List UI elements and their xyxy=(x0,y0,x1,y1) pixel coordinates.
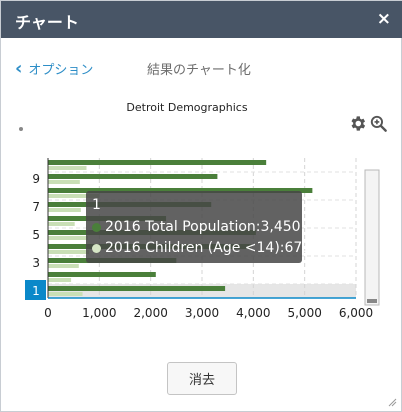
page-title: 結果のチャート化 xyxy=(147,63,251,78)
resize-grip-icon[interactable] xyxy=(387,397,397,407)
x-tick-label: 0 xyxy=(44,306,52,320)
x-tick-label: 2,000 xyxy=(133,306,167,320)
bar-total-population-10 xyxy=(48,160,267,165)
title-bar: チャート × xyxy=(1,1,402,38)
bar-children-3 xyxy=(48,264,79,268)
tooltip-row-children: 2016 Children (Age <14):673 xyxy=(92,240,311,256)
tooltip-row-total-population: 2016 Total Population:3,450 xyxy=(92,219,301,235)
chart-tooltip: 1 2016 Total Population:3,450 2016 Child… xyxy=(86,191,311,263)
tooltip-label: 2016 Total Population:3,450 xyxy=(105,219,301,235)
bar-children-7 xyxy=(48,208,81,212)
chart-scrollbar xyxy=(364,169,380,306)
bar-children-4 xyxy=(48,250,90,254)
sub-navigation: ‹ オプション 結果のチャート化 xyxy=(1,53,402,81)
scrollbar-handle xyxy=(367,299,377,303)
close-button[interactable]: × xyxy=(377,9,391,29)
bar-children-9 xyxy=(48,180,80,184)
bar-children-2 xyxy=(48,278,72,282)
bar-children-1 xyxy=(48,292,83,296)
bar-total-population-1 xyxy=(48,286,226,291)
clear-button[interactable]: 消去 xyxy=(167,362,237,395)
gear-icon[interactable] xyxy=(348,114,367,133)
y-tick-label: 9 xyxy=(32,172,40,186)
tooltip-title: 1 xyxy=(92,197,101,213)
y-tick-label: 1 xyxy=(32,284,40,298)
bar-total-population-9 xyxy=(48,174,218,179)
y-tick-label: 3 xyxy=(32,256,40,270)
tooltip-label: 2016 Children (Age <14):673 xyxy=(105,240,312,256)
back-to-options-link[interactable]: ‹ オプション xyxy=(15,59,93,78)
bar-total-population-2 xyxy=(48,272,156,277)
chart-panel: チャート × ‹ オプション 結果のチャート化 Detroit Demograp… xyxy=(0,0,402,412)
swatch-icon xyxy=(92,222,101,232)
chevron-left-icon: ‹ xyxy=(15,57,23,79)
x-tick-label: 1,000 xyxy=(82,306,116,320)
back-label: オプション xyxy=(28,63,94,78)
bar-children-5 xyxy=(48,236,89,240)
bar-children-6 xyxy=(48,222,75,226)
x-tick-label: 3,000 xyxy=(185,306,219,320)
swatch-icon xyxy=(92,243,101,253)
legend-dot-icon xyxy=(19,127,23,131)
x-tick-label: 5,000 xyxy=(287,306,321,320)
zoom-in-icon[interactable] xyxy=(369,114,388,133)
y-tick-label: 7 xyxy=(32,200,40,214)
x-tick-label: 4,000 xyxy=(236,306,270,320)
chart-title: Detroit Demographics xyxy=(126,101,248,114)
x-tick-label: 6,000 xyxy=(339,306,373,320)
panel-title: チャート xyxy=(15,13,79,32)
y-tick-label: 5 xyxy=(32,228,40,242)
bar-children-10 xyxy=(48,166,87,170)
